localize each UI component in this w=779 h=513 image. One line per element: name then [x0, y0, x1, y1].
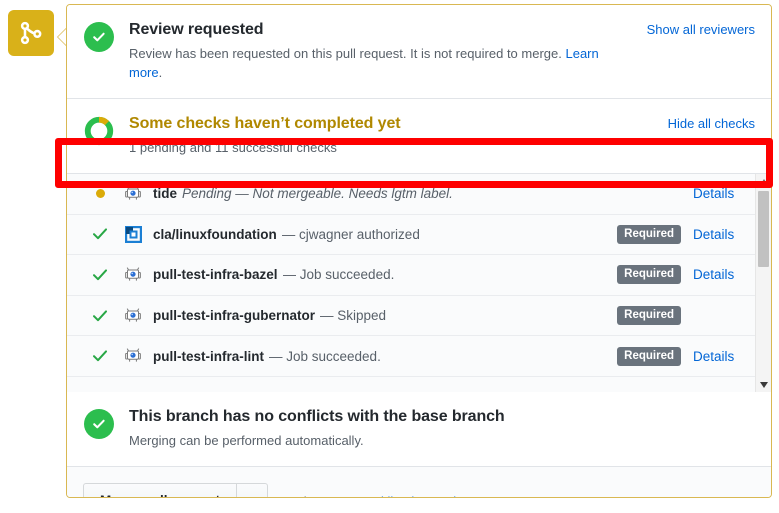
note-prefix: or view [282, 494, 327, 498]
check-circle-icon [83, 408, 115, 440]
note-suffix: . [477, 494, 481, 498]
review-requested-section: Review requested Review has been request… [67, 5, 771, 98]
checks-list-scrollbar[interactable] [755, 174, 771, 392]
checks-status-subtext: 1 pending and 11 successful checks [129, 140, 337, 155]
command-line-note: or view command line instructions. [282, 494, 481, 498]
checks-status-text: Some checks haven’t completed yet 1 pend… [129, 114, 654, 157]
check-name: cla/linuxfoundation [153, 226, 277, 242]
required-badge: Required [617, 306, 681, 326]
checks-list-container: tide Pending — Not mergeable. Needs lgtm … [67, 173, 771, 392]
pull-request-merge-status-screen: Review requested Review has been request… [0, 0, 779, 513]
required-badge: Required [617, 265, 681, 285]
merge-button-group: Merge pull request [83, 483, 269, 497]
review-requested-heading: Review requested [129, 21, 264, 38]
merge-status-panel: Review requested Review has been request… [66, 4, 772, 498]
check-details-link[interactable]: Details [693, 186, 739, 201]
robot-avatar-icon [123, 346, 143, 366]
check-state-icon [89, 228, 111, 240]
show-all-reviewers-link[interactable]: Show all reviewers [647, 22, 755, 37]
check-row[interactable]: pull-test-infra-gubernator — Skipped Requi… [67, 295, 755, 337]
linux-foundation-cla-icon [123, 224, 143, 244]
check-name: tide [153, 186, 178, 202]
check-row[interactable]: tide Pending — Not mergeable. Needs lgtm … [67, 174, 755, 215]
review-requested-subtext: Review has been requested on this pull r… [129, 44, 633, 82]
check-description: — cjwagner authorized [281, 226, 420, 242]
check-details-link[interactable]: Details [693, 267, 739, 282]
check-row-partial[interactable] [67, 376, 755, 392]
no-conflicts-subtext: Merging can be performed automatically. [129, 433, 364, 448]
review-subtext-suffix: . [158, 65, 163, 80]
pending-dot-icon [95, 189, 105, 199]
timeline-event-badge [8, 10, 54, 56]
no-conflicts-text: This branch has no conflicts with the ba… [129, 407, 755, 450]
hide-all-checks-link[interactable]: Hide all checks [668, 116, 755, 131]
review-requested-text: Review requested Review has been request… [129, 20, 633, 82]
no-conflicts-section: This branch has no conflicts with the ba… [67, 392, 771, 466]
checks-status-section: Some checks haven’t completed yet 1 pend… [67, 98, 771, 173]
merge-pull-request-button[interactable]: Merge pull request [83, 483, 237, 497]
scroll-down-arrow-icon[interactable] [756, 377, 771, 392]
check-row[interactable]: cla/linuxfoundation — cjwagner authorized… [67, 214, 755, 256]
check-description: — Skipped [320, 308, 387, 324]
progress-donut-icon [83, 115, 115, 147]
checks-list: tide Pending — Not mergeable. Needs lgtm … [67, 174, 755, 392]
check-details-link[interactable]: Details [693, 227, 739, 242]
check-description: Pending — Not mergeable. Needs lgtm labe… [182, 186, 453, 202]
check-name: pull-test-infra-bazel [153, 267, 278, 283]
check-state-icon [89, 269, 111, 281]
command-line-instructions-link[interactable]: command line instructions [327, 494, 477, 498]
required-badge: Required [617, 224, 681, 244]
check-circle-icon [83, 21, 115, 53]
review-subtext-prefix: Review has been requested on this pull r… [129, 46, 566, 61]
robot-avatar-icon [123, 265, 143, 285]
robot-avatar-icon [123, 184, 143, 204]
check-description: — Job succeeded. [282, 267, 395, 283]
check-state-icon [89, 309, 111, 322]
check-state-icon [89, 189, 111, 199]
scrollbar-thumb[interactable] [758, 191, 769, 267]
check-name: pull-test-infra-lint [153, 348, 264, 364]
git-pull-request-icon [19, 21, 43, 45]
check-name: pull-test-infra-gubernator [153, 308, 315, 324]
scroll-up-arrow-icon[interactable] [756, 174, 771, 189]
check-row[interactable]: pull-test-infra-lint — Job succeeded. Requ… [67, 336, 755, 377]
check-row[interactable]: pull-test-infra-bazel — Job succeeded. Req… [67, 255, 755, 296]
required-badge: Required [617, 346, 681, 366]
merge-options-dropdown-button[interactable] [236, 483, 269, 497]
check-details-link[interactable]: Details [693, 349, 739, 364]
no-conflicts-heading: This branch has no conflicts with the ba… [129, 408, 505, 425]
robot-avatar-icon [123, 306, 143, 326]
merge-footer: Merge pull request or view command line … [67, 466, 771, 498]
check-description: — Job succeeded. [269, 348, 381, 364]
check-state-icon [89, 350, 111, 362]
checks-status-heading: Some checks haven’t completed yet [129, 115, 401, 132]
